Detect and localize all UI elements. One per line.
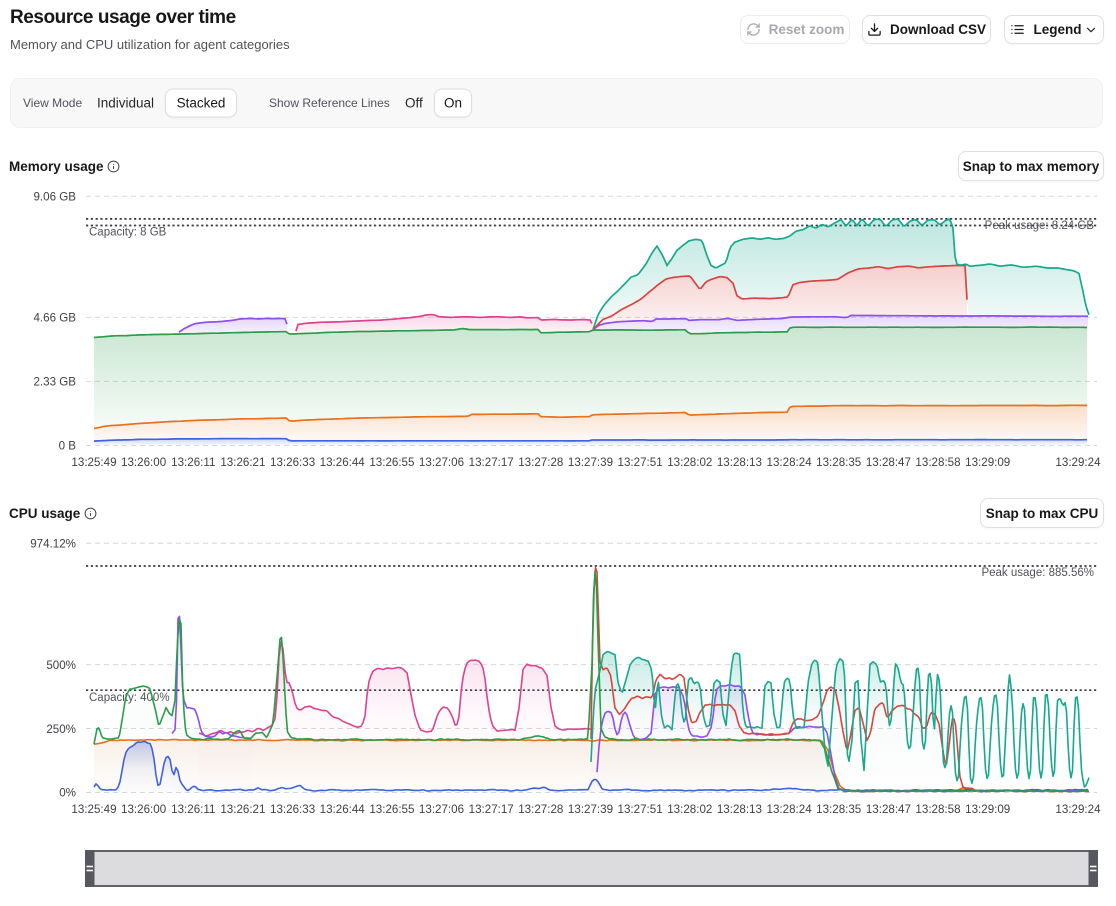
- svg-text:13:26:33: 13:26:33: [270, 803, 315, 816]
- svg-text:13:28:47: 13:28:47: [866, 803, 911, 816]
- svg-text:Capacity: 8 GB: Capacity: 8 GB: [89, 227, 167, 239]
- svg-text:13:28:13: 13:28:13: [717, 803, 762, 816]
- svg-text:13:27:17: 13:27:17: [469, 456, 514, 469]
- svg-text:13:29:24: 13:29:24: [1055, 803, 1101, 816]
- svg-text:0 B: 0 B: [59, 440, 77, 453]
- svg-text:13:26:44: 13:26:44: [320, 803, 366, 816]
- svg-text:9.06 GB: 9.06 GB: [33, 191, 76, 204]
- svg-text:13:25:49: 13:25:49: [71, 803, 116, 816]
- svg-text:13:29:24: 13:29:24: [1055, 456, 1101, 469]
- svg-text:0%: 0%: [59, 787, 76, 800]
- svg-text:13:27:28: 13:27:28: [518, 456, 563, 469]
- svg-text:13:28:02: 13:28:02: [667, 456, 712, 469]
- svg-text:Peak usage: 885.56%: Peak usage: 885.56%: [981, 567, 1094, 579]
- svg-text:13:28:24: 13:28:24: [767, 456, 813, 469]
- svg-text:13:26:55: 13:26:55: [369, 803, 414, 816]
- svg-text:13:25:49: 13:25:49: [71, 456, 116, 469]
- svg-text:13:28:47: 13:28:47: [866, 456, 911, 469]
- svg-text:13:27:51: 13:27:51: [618, 803, 663, 816]
- svg-text:13:26:33: 13:26:33: [270, 456, 315, 469]
- svg-text:500%: 500%: [46, 659, 76, 672]
- svg-text:13:26:44: 13:26:44: [320, 456, 366, 469]
- svg-text:13:28:02: 13:28:02: [667, 803, 712, 816]
- svg-text:13:26:21: 13:26:21: [220, 803, 265, 816]
- svg-text:13:28:24: 13:28:24: [767, 803, 813, 816]
- svg-text:13:26:00: 13:26:00: [121, 456, 166, 469]
- svg-text:13:28:35: 13:28:35: [816, 803, 861, 816]
- svg-text:13:28:58: 13:28:58: [915, 456, 960, 469]
- svg-text:13:27:06: 13:27:06: [419, 803, 464, 816]
- svg-text:13:26:55: 13:26:55: [369, 456, 414, 469]
- svg-text:250%: 250%: [46, 723, 76, 736]
- svg-text:4.66 GB: 4.66 GB: [33, 312, 76, 325]
- svg-text:13:27:17: 13:27:17: [469, 803, 514, 816]
- svg-text:13:26:11: 13:26:11: [171, 803, 215, 816]
- svg-text:13:27:39: 13:27:39: [568, 456, 613, 469]
- svg-text:2.33 GB: 2.33 GB: [33, 376, 76, 389]
- svg-text:974.12%: 974.12%: [30, 538, 76, 551]
- svg-text:13:26:11: 13:26:11: [171, 456, 215, 469]
- svg-text:13:27:51: 13:27:51: [618, 456, 663, 469]
- svg-text:13:26:21: 13:26:21: [220, 456, 265, 469]
- svg-text:13:27:28: 13:27:28: [518, 803, 563, 816]
- svg-text:13:28:35: 13:28:35: [816, 456, 861, 469]
- svg-text:13:28:58: 13:28:58: [915, 803, 960, 816]
- svg-text:13:29:09: 13:29:09: [965, 456, 1010, 469]
- svg-text:13:28:13: 13:28:13: [717, 456, 762, 469]
- svg-text:13:26:00: 13:26:00: [121, 803, 166, 816]
- svg-text:13:29:09: 13:29:09: [965, 803, 1010, 816]
- svg-text:Peak usage: 8.24 GB: Peak usage: 8.24 GB: [985, 220, 1095, 232]
- svg-text:13:27:39: 13:27:39: [568, 803, 613, 816]
- svg-text:13:27:06: 13:27:06: [419, 456, 464, 469]
